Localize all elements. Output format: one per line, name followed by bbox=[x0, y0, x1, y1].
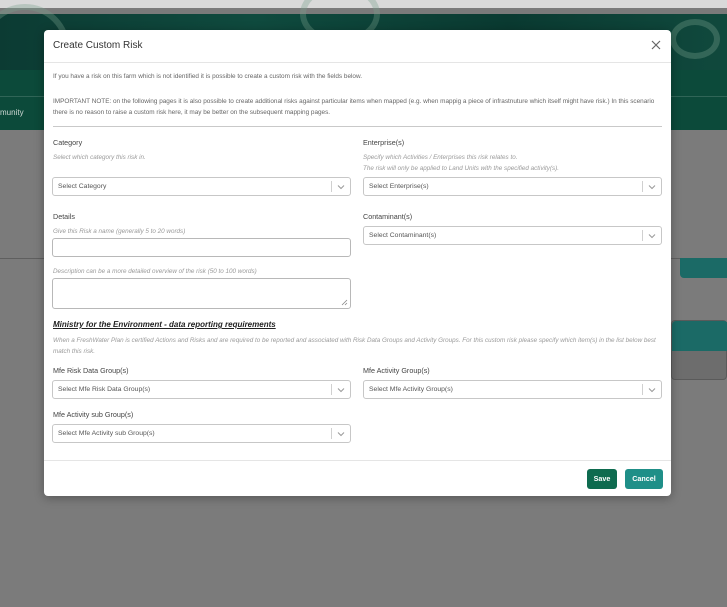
enterprise-label: Enterprise(s) bbox=[363, 138, 405, 147]
intro-text: If you have a risk on this farm which is… bbox=[53, 73, 363, 80]
close-button[interactable] bbox=[649, 38, 663, 52]
chevron-down-icon bbox=[648, 234, 656, 239]
enterprise-placeholder: Select Enterprise(s) bbox=[369, 183, 429, 190]
modal-header: Create Custom Risk bbox=[44, 30, 671, 63]
select-separator bbox=[642, 384, 643, 395]
mfe-activity-sub-group-select[interactable]: Select Mfe Activity sub Group(s) bbox=[52, 424, 351, 443]
chevron-down-icon bbox=[648, 185, 656, 190]
mfe-activity-group-placeholder: Select Mfe Activity Group(s) bbox=[369, 386, 453, 393]
category-placeholder: Select Category bbox=[58, 183, 107, 190]
modal-footer-divider bbox=[44, 460, 671, 461]
section-divider bbox=[53, 126, 662, 127]
close-icon bbox=[651, 40, 661, 50]
background-tab bbox=[680, 258, 727, 278]
category-select[interactable]: Select Category bbox=[52, 177, 351, 196]
resize-grip-icon[interactable] bbox=[341, 299, 348, 306]
select-separator bbox=[642, 230, 643, 241]
background-card bbox=[671, 320, 727, 380]
category-help: Select which category this risk in. bbox=[53, 154, 146, 161]
cancel-button[interactable]: Cancel bbox=[625, 469, 663, 489]
save-button[interactable]: Save bbox=[587, 469, 617, 489]
contaminant-label: Contaminant(s) bbox=[363, 212, 413, 221]
mfe-risk-data-group-label: Mfe Risk Data Group(s) bbox=[53, 366, 129, 375]
enterprise-help-2: The risk will only be applied to Land Un… bbox=[363, 165, 559, 172]
mfe-risk-data-group-select[interactable]: Select Mfe Risk Data Group(s) bbox=[52, 380, 351, 399]
contaminant-placeholder: Select Contaminant(s) bbox=[369, 232, 437, 239]
chevron-down-icon bbox=[337, 185, 345, 190]
create-custom-risk-modal: Create Custom Risk If you have a risk on… bbox=[44, 30, 671, 496]
important-note: IMPORTANT NOTE: on the following pages i… bbox=[53, 98, 655, 116]
select-separator bbox=[331, 428, 332, 439]
select-separator bbox=[642, 181, 643, 192]
description-help: Description can be a more detailed overv… bbox=[53, 268, 257, 275]
chevron-down-icon bbox=[648, 388, 656, 393]
mfe-activity-group-label: Mfe Activity Group(s) bbox=[363, 366, 430, 375]
risk-name-input[interactable] bbox=[52, 238, 351, 257]
contaminant-select[interactable]: Select Contaminant(s) bbox=[363, 226, 662, 245]
mfe-activity-sub-group-label: Mfe Activity sub Group(s) bbox=[53, 410, 134, 419]
category-label: Category bbox=[53, 138, 83, 147]
chevron-down-icon bbox=[337, 388, 345, 393]
mfe-section-title: Ministry for the Environment - data repo… bbox=[53, 320, 276, 329]
banner-decoration bbox=[670, 19, 720, 59]
details-label: Details bbox=[53, 212, 75, 221]
mfe-activity-sub-group-placeholder: Select Mfe Activity sub Group(s) bbox=[58, 430, 155, 437]
risk-name-help: Give this Risk a name (generally 5 to 20… bbox=[53, 228, 186, 235]
nav-item-community[interactable]: munity bbox=[0, 108, 24, 117]
chevron-down-icon bbox=[337, 432, 345, 437]
select-separator bbox=[331, 181, 332, 192]
mfe-section-help: When a FreshWater Plan is certified Acti… bbox=[53, 337, 656, 355]
description-textarea[interactable] bbox=[52, 278, 351, 309]
mfe-risk-data-group-placeholder: Select Mfe Risk Data Group(s) bbox=[58, 386, 151, 393]
select-separator bbox=[331, 384, 332, 395]
enterprise-help-1: Specify which Activities / Enterprises t… bbox=[363, 154, 518, 161]
enterprise-select[interactable]: Select Enterprise(s) bbox=[363, 177, 662, 196]
mfe-activity-group-select[interactable]: Select Mfe Activity Group(s) bbox=[363, 380, 662, 399]
modal-title: Create Custom Risk bbox=[53, 40, 143, 51]
